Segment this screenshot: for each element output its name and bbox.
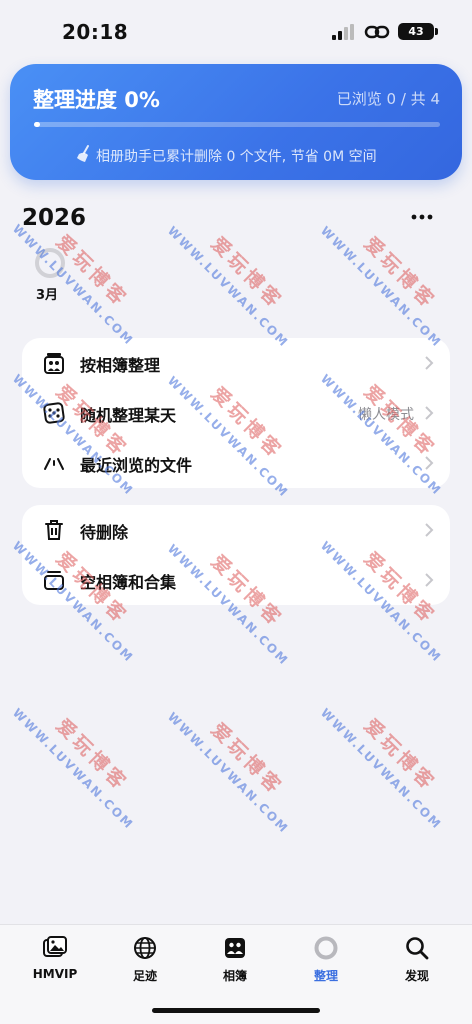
album-icon <box>225 938 245 958</box>
globe-icon <box>134 937 156 959</box>
search-icon <box>406 937 429 960</box>
progress-fill <box>34 122 40 127</box>
watermark: 爱玩博客 WWW.LUVWAN.COM <box>164 709 292 837</box>
chevron-right-icon <box>425 456 434 470</box>
lazy-mode-label: 懒人模式 <box>358 407 414 423</box>
battery-indicator: 43 <box>398 23 434 40</box>
chevron-right-icon <box>425 356 434 370</box>
photos-icon <box>43 936 67 957</box>
tab-label: 足迹 <box>132 969 157 983</box>
tab-label: 整理 <box>313 969 338 983</box>
album-stack-icon <box>44 353 64 374</box>
menu-item-empty-albums[interactable]: 空相簿和合集 <box>22 555 450 605</box>
menu-item-pending-delete[interactable]: 待删除 <box>22 505 450 555</box>
home-indicator <box>152 1008 320 1013</box>
trash-menu: 待删除 空相簿和合集 <box>22 505 450 605</box>
tab-hmvip[interactable]: HMVIP <box>10 935 100 991</box>
tab-discover[interactable]: 发现 <box>372 935 462 991</box>
menu-item-recent-files[interactable]: 最近浏览的文件 <box>22 438 450 488</box>
trash-icon <box>45 520 63 540</box>
more-icon[interactable] <box>410 212 434 222</box>
menu-item-label: 按相簿整理 <box>80 356 161 375</box>
status-bar: 20:18 43 <box>0 0 472 62</box>
footsteps-icon <box>44 458 64 470</box>
tab-footprints[interactable]: 足迹 <box>100 935 190 991</box>
watermark: 爱玩博客 WWW.LUVWAN.COM <box>9 705 137 833</box>
broom-icon <box>77 145 89 162</box>
tab-albums[interactable]: 相簿 <box>190 935 280 991</box>
watermark: 爱玩博客 WWW.LUVWAN.COM <box>317 705 445 833</box>
organize-menu: 按相簿整理 随机整理某天 懒人模式 最近浏览的文件 <box>22 338 450 488</box>
ring-icon <box>314 936 338 960</box>
chevron-right-icon <box>425 573 434 587</box>
watermark: 爱玩博客 WWW.LUVWAN.COM <box>317 223 445 351</box>
link-icon <box>364 25 390 39</box>
chevron-right-icon <box>425 406 434 420</box>
progress-count: 已浏览 0 / 共 4 <box>336 90 440 108</box>
menu-item-label: 待删除 <box>80 523 129 542</box>
empty-album-icon <box>44 571 64 590</box>
battery-tip <box>435 28 438 35</box>
dice-icon <box>43 402 65 424</box>
month-progress-ring[interactable] <box>35 248 65 278</box>
status-time: 20:18 <box>62 20 129 44</box>
progress-card[interactable]: 整理进度 0% 已浏览 0 / 共 4 相册助手已累计删除 0 个文件, 节省 … <box>10 64 462 180</box>
chevron-right-icon <box>425 523 434 537</box>
menu-item-label: 随机整理某天 <box>80 406 177 425</box>
progress-note: 相册助手已累计删除 0 个文件, 节省 0M 空间 <box>96 149 377 165</box>
signal-icon <box>332 24 354 40</box>
watermark: 爱玩博客 WWW.LUVWAN.COM <box>164 223 292 351</box>
tab-label: 发现 <box>404 969 429 983</box>
progress-title: 整理进度 0% <box>33 88 160 112</box>
tab-label: 相簿 <box>222 969 247 983</box>
menu-item-random-day[interactable]: 随机整理某天 懒人模式 <box>22 388 450 438</box>
tab-organize[interactable]: 整理 <box>281 935 371 991</box>
year-label: 2026 <box>22 205 87 231</box>
menu-item-label: 空相簿和合集 <box>80 573 177 592</box>
progress-bar <box>34 122 440 127</box>
month-label: 3月 <box>36 288 59 303</box>
menu-item-label: 最近浏览的文件 <box>80 456 193 475</box>
tab-label: HMVIP <box>32 967 78 981</box>
menu-item-by-album[interactable]: 按相簿整理 <box>22 338 450 388</box>
